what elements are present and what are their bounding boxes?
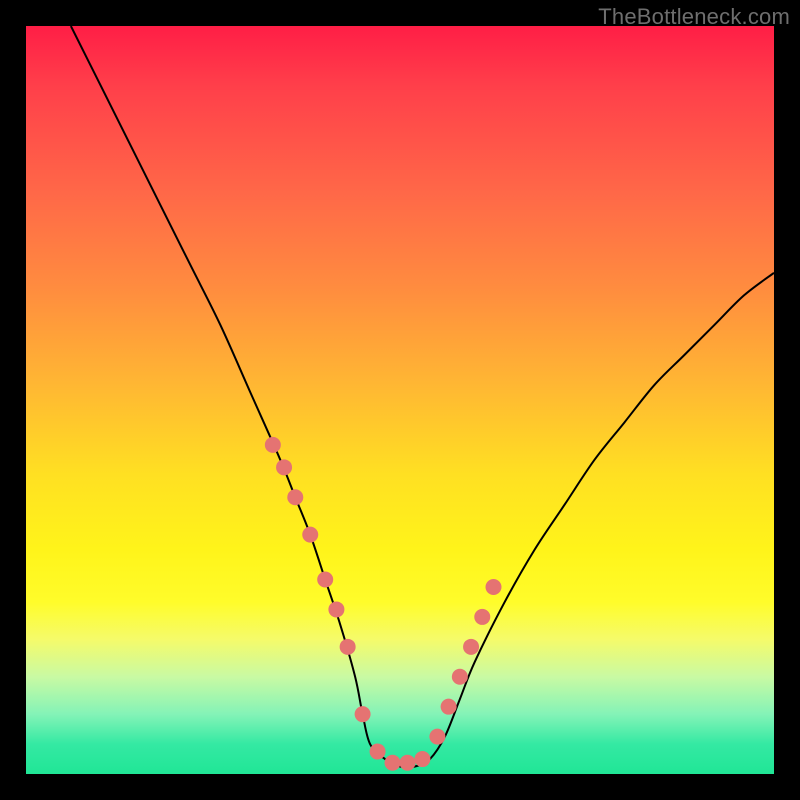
curve-marker xyxy=(317,572,333,588)
curve-marker xyxy=(441,699,457,715)
chart-frame: TheBottleneck.com xyxy=(0,0,800,800)
curve-marker xyxy=(370,744,386,760)
curve-marker xyxy=(414,751,430,767)
curve-marker xyxy=(287,489,303,505)
curve-marker xyxy=(340,639,356,655)
curve-marker xyxy=(385,755,401,771)
curve-marker xyxy=(474,609,490,625)
curve-marker xyxy=(452,669,468,685)
bottleneck-curve xyxy=(71,26,774,767)
curve-marker xyxy=(302,527,318,543)
plot-area xyxy=(26,26,774,774)
curve-marker xyxy=(486,579,502,595)
curve-marker xyxy=(355,706,371,722)
curve-marker xyxy=(276,459,292,475)
curve-marker xyxy=(328,601,344,617)
marker-group xyxy=(265,437,502,771)
curve-marker xyxy=(265,437,281,453)
curve-marker xyxy=(399,755,415,771)
curve-marker xyxy=(429,729,445,745)
curve-marker xyxy=(463,639,479,655)
chart-svg xyxy=(26,26,774,774)
